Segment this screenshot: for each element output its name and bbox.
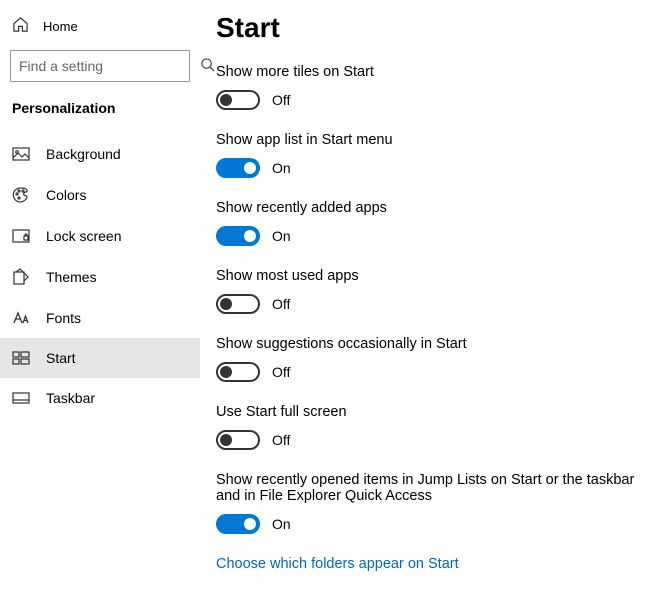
sidebar-item-taskbar[interactable]: Taskbar — [0, 378, 200, 418]
sidebar-item-label: Themes — [46, 269, 97, 285]
toggle-state-label: Off — [272, 432, 290, 448]
setting-item: Use Start full screen Off — [216, 404, 640, 450]
setting-item: Show more tiles on Start Off — [216, 64, 640, 110]
setting-label: Show more tiles on Start — [216, 64, 640, 80]
fonts-icon — [12, 310, 30, 326]
toggle-switch[interactable] — [216, 90, 260, 110]
toggle-knob — [244, 162, 256, 174]
choose-folders-link[interactable]: Choose which folders appear on Start — [216, 556, 640, 572]
lock-screen-icon — [12, 228, 30, 244]
toggle-switch[interactable] — [216, 294, 260, 314]
toggle-knob — [220, 298, 232, 310]
themes-icon — [12, 268, 30, 286]
sidebar-item-label: Start — [46, 350, 76, 366]
toggle-knob — [220, 366, 232, 378]
setting-item: Show recently opened items in Jump Lists… — [216, 472, 640, 534]
toggle-switch[interactable] — [216, 226, 260, 246]
toggle-state-label: Off — [272, 296, 290, 312]
sidebar-item-label: Fonts — [46, 310, 81, 326]
section-title: Personalization — [0, 92, 200, 134]
toggle-switch[interactable] — [216, 158, 260, 178]
toggle-knob — [244, 230, 256, 242]
palette-icon — [12, 186, 30, 204]
main-content: Start Show more tiles on Start Off Show ap… — [200, 0, 650, 606]
setting-item: Show most used apps Off — [216, 268, 640, 314]
home-label: Home — [43, 19, 78, 34]
toggle-state-label: On — [272, 228, 291, 244]
toggle-switch[interactable] — [216, 362, 260, 382]
toggle-state-label: Off — [272, 364, 290, 380]
setting-label: Show suggestions occasionally in Start — [216, 336, 640, 352]
toggle-row: Off — [216, 294, 640, 314]
toggle-state-label: On — [272, 160, 291, 176]
toggle-knob — [244, 518, 256, 530]
setting-label: Show app list in Start menu — [216, 132, 640, 148]
toggle-row: Off — [216, 362, 640, 382]
toggle-switch[interactable] — [216, 514, 260, 534]
toggle-row: On — [216, 514, 640, 534]
sidebar-item-colors[interactable]: Colors — [0, 174, 200, 216]
setting-label: Show most used apps — [216, 268, 640, 284]
taskbar-icon — [12, 391, 30, 405]
toggle-row: Off — [216, 430, 640, 450]
setting-item: Show suggestions occasionally in Start Of… — [216, 336, 640, 382]
sidebar-item-label: Lock screen — [46, 228, 121, 244]
home-button[interactable]: Home — [0, 8, 200, 44]
toggle-row: Off — [216, 90, 640, 110]
picture-icon — [12, 146, 30, 162]
sidebar-item-background[interactable]: Background — [0, 134, 200, 174]
sidebar-item-label: Background — [46, 146, 121, 162]
sidebar-item-themes[interactable]: Themes — [0, 256, 200, 298]
setting-label: Use Start full screen — [216, 404, 640, 420]
setting-item: Show app list in Start menu On — [216, 132, 640, 178]
home-icon — [12, 16, 29, 36]
sidebar-item-start[interactable]: Start — [0, 338, 200, 378]
toggle-switch[interactable] — [216, 430, 260, 450]
toggle-state-label: On — [272, 516, 291, 532]
search-box[interactable] — [10, 50, 190, 82]
settings-window: Home Personalization Background — [0, 0, 650, 606]
toggle-knob — [220, 94, 232, 106]
sidebar-item-fonts[interactable]: Fonts — [0, 298, 200, 338]
setting-item: Show recently added apps On — [216, 200, 640, 246]
search-input[interactable] — [19, 58, 200, 74]
sidebar: Home Personalization Background — [0, 0, 200, 606]
page-title: Start — [216, 12, 640, 44]
setting-label: Show recently opened items in Jump Lists… — [216, 472, 640, 504]
sidebar-item-label: Taskbar — [46, 390, 95, 406]
start-icon — [12, 350, 30, 366]
setting-label: Show recently added apps — [216, 200, 640, 216]
toggle-row: On — [216, 158, 640, 178]
sidebar-item-label: Colors — [46, 187, 86, 203]
toggle-knob — [220, 434, 232, 446]
toggle-state-label: Off — [272, 92, 290, 108]
sidebar-item-lockscreen[interactable]: Lock screen — [0, 216, 200, 256]
toggle-row: On — [216, 226, 640, 246]
